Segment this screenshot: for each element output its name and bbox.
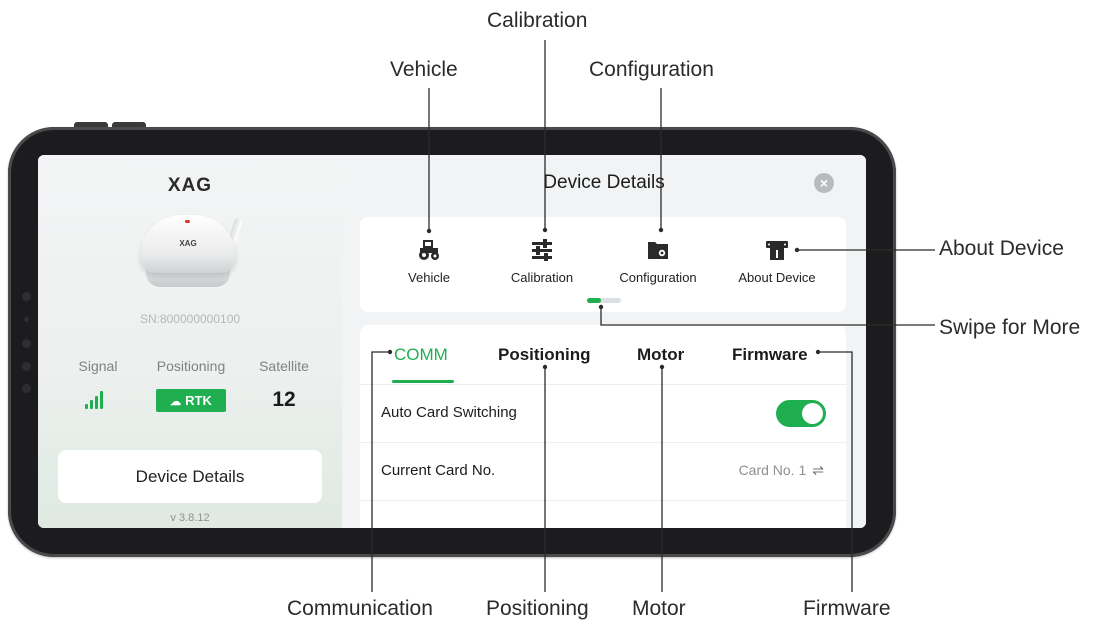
shortcut-vehicle[interactable]: Vehicle (374, 239, 484, 285)
cloud-icon: ☁ (170, 396, 182, 408)
shortcut-label: Configuration (619, 270, 697, 285)
device-indicator-light (185, 220, 190, 223)
callout-positioning: Positioning (486, 597, 589, 620)
shortcut-about-device[interactable]: About Device (722, 239, 832, 285)
app-version: v 3.8.12 (170, 512, 210, 524)
callout-calibration: Calibration (487, 9, 588, 32)
shortcut-label: Vehicle (408, 270, 450, 285)
positioning-value: RTK (185, 393, 212, 408)
callout-firmware: Firmware (803, 597, 891, 620)
tab-comm[interactable]: COMM (394, 345, 448, 365)
satellite-label: Satellite (259, 358, 309, 374)
signal-label: Signal (78, 358, 118, 374)
settings-card: COMM Positioning Motor Firmware Auto Car… (360, 325, 846, 528)
camera-dot (22, 384, 31, 393)
device-logo: XAG (179, 239, 197, 248)
callout-communication: Communication (287, 597, 433, 620)
device-summary-panel: XAG XAG SN:800000000100 Signal Positioni… (38, 155, 342, 528)
sliders-icon (532, 239, 552, 261)
rtk-station-image: XAG (140, 215, 244, 289)
card-number: Card No. 1 (738, 462, 807, 478)
setting-label: Current Card No. (381, 462, 496, 479)
shortcut-label: About Device (738, 270, 816, 285)
shortcut-configuration[interactable]: Configuration (603, 239, 713, 285)
callout-motor: Motor (632, 597, 686, 620)
tab-positioning[interactable]: Positioning (498, 345, 591, 365)
folder-gear-icon (648, 242, 668, 259)
callout-about-device: About Device (939, 237, 1064, 260)
callout-swipe-for-more: Swipe for More (939, 316, 1081, 339)
device-details-button[interactable]: Device Details (58, 450, 322, 503)
camera-dot (22, 362, 31, 371)
close-icon[interactable]: × (814, 173, 834, 193)
swap-icon: ⇌ (812, 462, 824, 478)
callout-vehicle: Vehicle (390, 58, 458, 81)
tab-firmware[interactable]: Firmware (732, 345, 808, 365)
sensor-dot (24, 317, 29, 322)
brand-logo: XAG (167, 175, 213, 196)
setting-row-current-card[interactable]: Current Card No. Card No. 1 ⇌ (360, 442, 846, 500)
satellite-count: 12 (272, 388, 296, 411)
setting-label: Auto Card Switching (381, 404, 517, 421)
signal-strength-icon (85, 391, 107, 409)
toggle-knob (802, 403, 823, 424)
device-info-icon (766, 241, 788, 260)
camera-dot (22, 339, 31, 348)
active-tab-indicator (392, 380, 454, 383)
shortcut-card: Vehicle Calibration Configuration About … (360, 217, 846, 312)
tab-motor[interactable]: Motor (637, 345, 684, 365)
positioning-status-badge: ☁ RTK (156, 389, 226, 412)
positioning-label: Positioning (156, 358, 226, 374)
shortcut-calibration[interactable]: Calibration (487, 239, 597, 285)
serial-number: SN:800000000100 (139, 312, 241, 326)
auto-card-switching-toggle[interactable] (776, 400, 826, 427)
setting-row-divider (360, 500, 846, 528)
device-details-panel: Device Details × Vehicle Calibration Con… (342, 155, 866, 528)
tractor-icon (419, 240, 439, 260)
current-card-value[interactable]: Card No. 1 ⇌ (739, 462, 824, 479)
setting-row-auto-card-switching: Auto Card Switching (360, 384, 846, 442)
swipe-indicator-thumb[interactable] (587, 298, 601, 303)
camera-dot (22, 292, 31, 301)
app-screen: XAG XAG SN:800000000100 Signal Positioni… (38, 155, 866, 528)
shortcut-label: Calibration (510, 270, 574, 285)
panel-title: Device Details (543, 172, 665, 193)
callout-configuration: Configuration (589, 58, 714, 81)
